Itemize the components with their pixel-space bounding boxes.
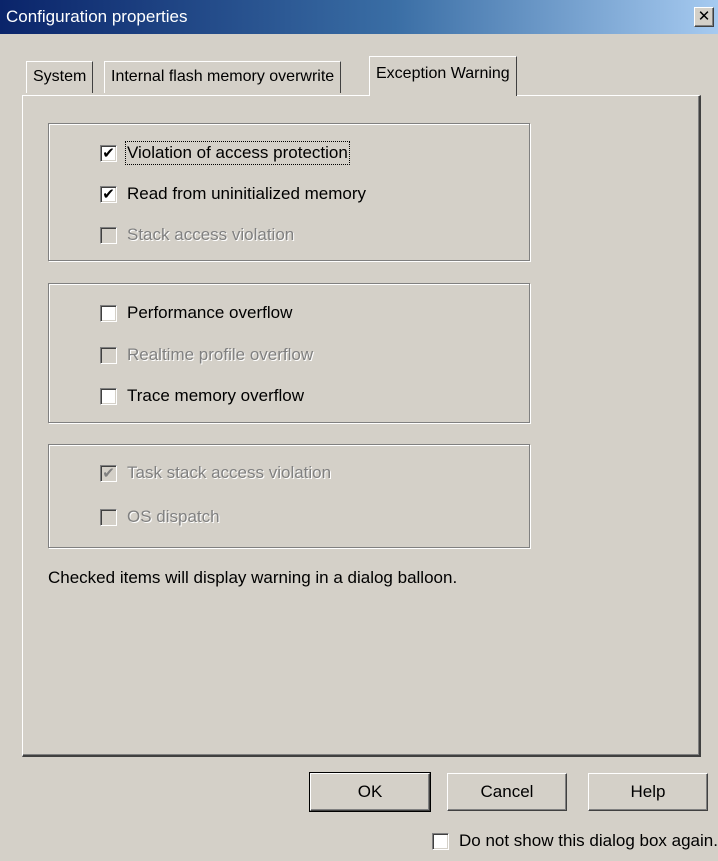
checkbox-realtime-profile-overflow: Realtime profile overflow <box>100 344 313 366</box>
check-icon: ✔ <box>102 464 115 482</box>
checkbox-box[interactable] <box>100 304 117 322</box>
checkbox-box: ✔ <box>100 464 117 482</box>
check-icon: ✔ <box>102 144 115 162</box>
tab-exception-warning[interactable]: Exception Warning <box>369 56 517 96</box>
checkbox-task-stack-access-violation: ✔ Task stack access violation <box>100 462 331 484</box>
checkbox-label: Performance overflow <box>127 303 293 322</box>
checkbox-label: OS dispatch <box>127 507 220 526</box>
cancel-button[interactable]: Cancel <box>447 773 567 811</box>
checkbox-label: Do not show this dialog box again. <box>459 831 718 850</box>
checkbox-box[interactable] <box>100 387 117 405</box>
checkbox-box <box>100 508 117 526</box>
tab-internal-flash-memory-overwrite[interactable]: Internal flash memory overwrite <box>104 61 342 93</box>
close-icon: ✕ <box>697 8 711 25</box>
info-note: Checked items will display warning in a … <box>48 568 458 587</box>
checkbox-box <box>100 226 117 244</box>
ok-button[interactable]: OK <box>309 772 431 812</box>
checkbox-box <box>100 346 117 364</box>
checkbox-os-dispatch: OS dispatch <box>100 506 220 528</box>
help-button[interactable]: Help <box>588 773 708 811</box>
checkbox-label: Stack access violation <box>127 225 295 244</box>
check-icon: ✔ <box>102 185 115 203</box>
checkbox-do-not-show-again[interactable]: Do not show this dialog box again. <box>432 830 718 852</box>
close-button[interactable]: ✕ <box>694 7 714 27</box>
checkbox-read-from-uninitialized-memory[interactable]: ✔ Read from uninitialized memory <box>100 183 366 205</box>
checkbox-label: Task stack access violation <box>127 463 332 482</box>
checkbox-trace-memory-overflow[interactable]: Trace memory overflow <box>100 385 304 407</box>
checkbox-label: Trace memory overflow <box>127 386 304 405</box>
checkbox-label: Realtime profile overflow <box>127 345 314 364</box>
checkbox-violation-of-access-protection[interactable]: ✔ Violation of access protection <box>100 141 350 165</box>
title-bar: Configuration properties ✕ <box>0 0 718 34</box>
checkbox-box[interactable] <box>432 832 449 850</box>
checkbox-stack-access-violation: Stack access violation <box>100 224 294 246</box>
checkbox-performance-overflow[interactable]: Performance overflow <box>100 302 292 324</box>
checkbox-box[interactable]: ✔ <box>100 185 117 203</box>
tab-bar: System Internal flash memory overwrite E… <box>22 56 702 96</box>
group-os <box>48 444 530 548</box>
tab-system[interactable]: System <box>26 61 94 93</box>
window-title: Configuration properties <box>6 7 188 26</box>
checkbox-box[interactable]: ✔ <box>100 144 117 162</box>
checkbox-label: Violation of access protection <box>125 141 350 165</box>
checkbox-label: Read from uninitialized memory <box>127 184 367 203</box>
